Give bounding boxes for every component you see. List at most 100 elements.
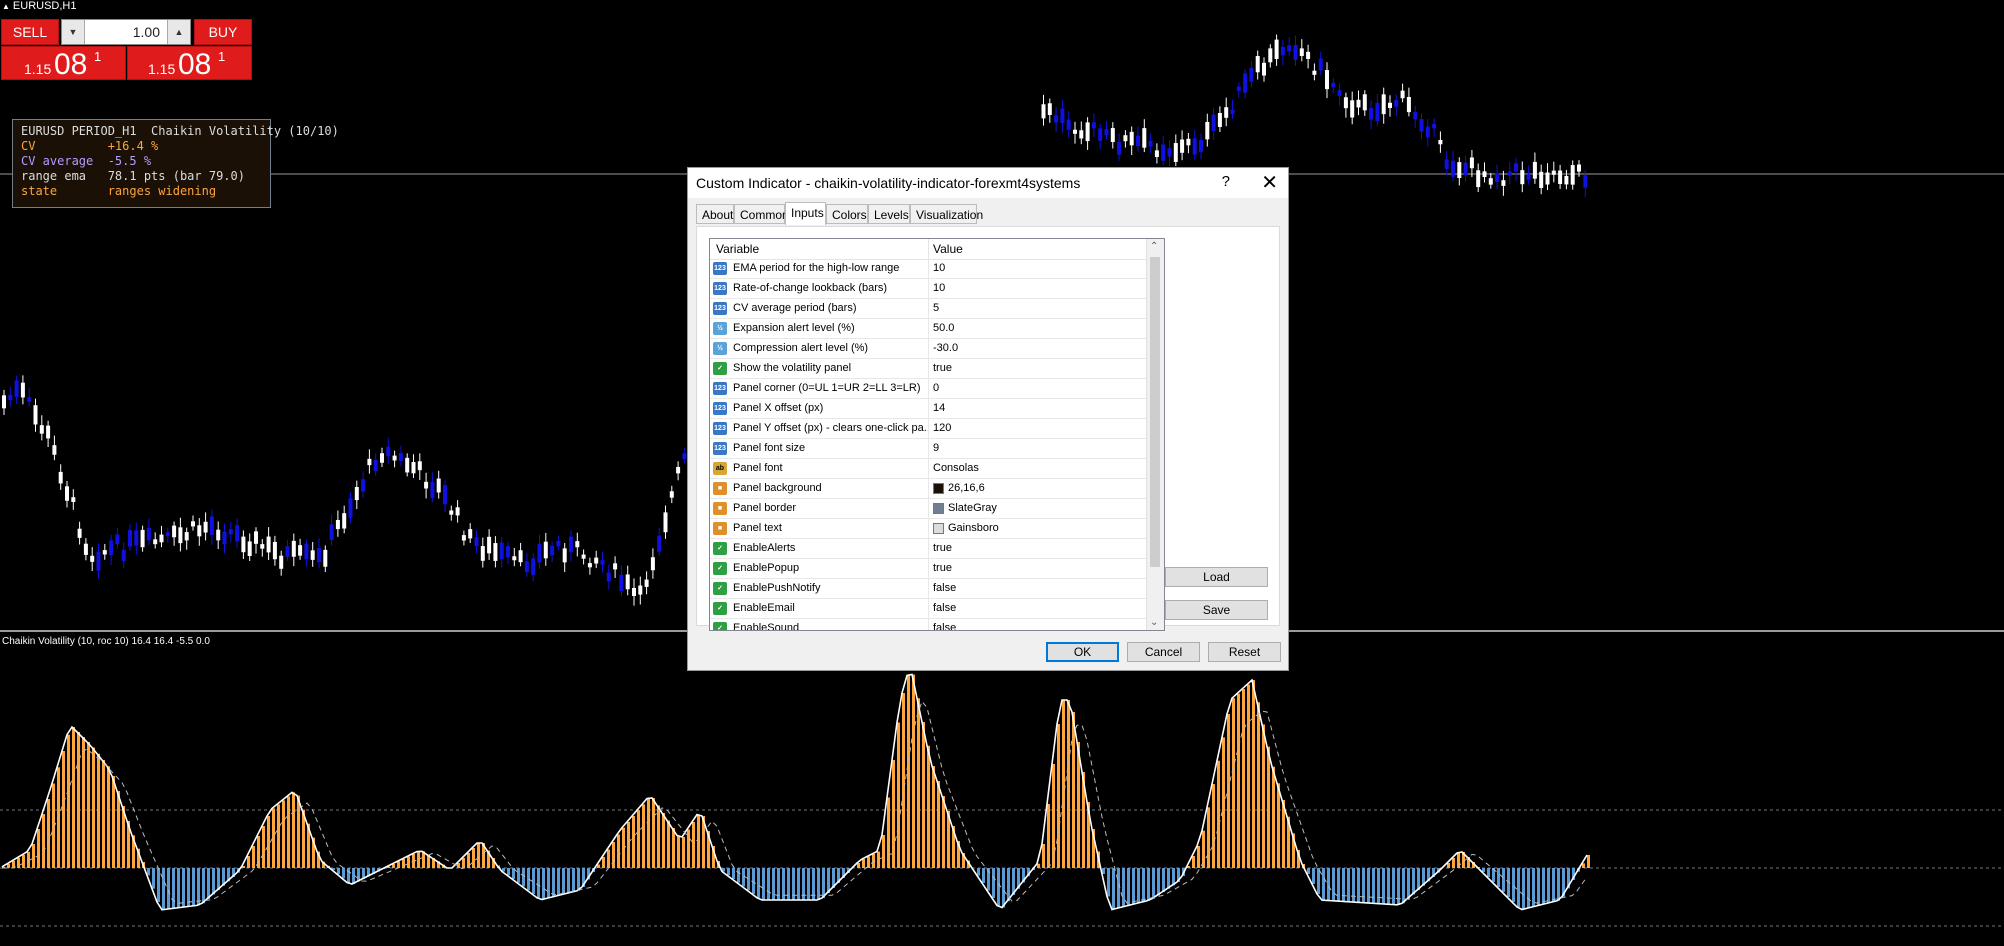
candle-body bbox=[1306, 51, 1311, 59]
table-row[interactable]: ½ Compression alert level (%) -30.0 bbox=[710, 339, 1147, 359]
close-icon[interactable]: ✕ bbox=[1261, 170, 1278, 195]
variable-value[interactable]: false bbox=[933, 622, 956, 630]
buy-button[interactable]: BUY bbox=[194, 19, 252, 45]
variable-value[interactable]: 10 bbox=[933, 262, 945, 274]
bool-type-icon: ✓ bbox=[713, 582, 727, 595]
candle-body bbox=[1262, 62, 1266, 76]
tab-common[interactable]: Common bbox=[734, 204, 789, 224]
variable-value[interactable]: 10 bbox=[933, 282, 945, 294]
variable-value[interactable]: 0 bbox=[933, 382, 939, 394]
candle-body bbox=[619, 574, 624, 592]
variable-name: Panel border bbox=[733, 502, 796, 514]
candle-body bbox=[1091, 122, 1096, 129]
candle-body bbox=[1142, 128, 1147, 148]
tab-levels[interactable]: Levels bbox=[868, 204, 910, 224]
variable-value[interactable]: 50.0 bbox=[933, 322, 954, 334]
histogram-bar-negative bbox=[982, 868, 985, 883]
variable-value[interactable]: 26,16,6 bbox=[933, 482, 985, 494]
dialog-titlebar[interactable]: Custom Indicator - chaikin-volatility-in… bbox=[688, 168, 1288, 198]
variable-value[interactable]: true bbox=[933, 362, 952, 374]
histogram-bar-positive bbox=[67, 734, 70, 868]
ok-button[interactable]: OK bbox=[1046, 642, 1119, 662]
column-header-variable[interactable]: Variable bbox=[716, 242, 759, 256]
histogram-bar-positive bbox=[77, 732, 80, 868]
reset-button[interactable]: Reset bbox=[1208, 642, 1281, 662]
dbl-type-icon: ½ bbox=[713, 342, 727, 355]
variable-value[interactable]: -30.0 bbox=[933, 342, 958, 354]
table-row[interactable]: 123 Panel X offset (px) 14 bbox=[710, 399, 1147, 419]
table-row[interactable]: ½ Expansion alert level (%) 50.0 bbox=[710, 319, 1147, 339]
candle-body bbox=[1104, 129, 1109, 136]
variable-value[interactable]: Gainsboro bbox=[933, 522, 999, 534]
tab-visualization[interactable]: Visualization bbox=[910, 204, 983, 224]
variable-value[interactable]: true bbox=[933, 562, 952, 574]
tab-about[interactable]: About bbox=[696, 204, 734, 224]
candle-body bbox=[1230, 109, 1235, 115]
variable-value[interactable]: false bbox=[933, 602, 956, 614]
candle-body bbox=[392, 455, 397, 461]
table-row[interactable]: ✓ EnablePushNotify false bbox=[710, 579, 1147, 599]
variable-value[interactable]: 14 bbox=[933, 402, 945, 414]
candle-body bbox=[298, 545, 303, 556]
table-row[interactable]: ✓ EnableAlerts true bbox=[710, 539, 1147, 559]
table-scrollbar[interactable]: ⌃ ⌄ bbox=[1146, 239, 1164, 630]
help-icon[interactable]: ? bbox=[1222, 173, 1230, 190]
lot-increase-arrow-icon[interactable]: ▲ bbox=[167, 20, 190, 44]
scrollbar-thumb[interactable] bbox=[1150, 257, 1160, 567]
variable-value[interactable]: true bbox=[933, 542, 952, 554]
table-row[interactable]: ab Panel font Consolas bbox=[710, 459, 1147, 479]
candle-body bbox=[556, 540, 561, 547]
candle-body bbox=[1356, 99, 1361, 108]
variable-value[interactable]: 120 bbox=[933, 422, 951, 434]
candle-body bbox=[71, 497, 76, 502]
histogram-bar-negative bbox=[1147, 868, 1150, 901]
tab-colors[interactable]: Colors bbox=[826, 204, 868, 224]
candle-body bbox=[1318, 58, 1323, 71]
table-row[interactable]: ■ Panel background 26,16,6 bbox=[710, 479, 1147, 499]
histogram-bar-negative bbox=[977, 868, 980, 876]
table-row[interactable]: ✓ EnableSound false bbox=[710, 619, 1147, 630]
variable-value[interactable]: 5 bbox=[933, 302, 939, 314]
histogram-bar-negative bbox=[1112, 868, 1115, 910]
table-row[interactable]: ✓ Show the volatility panel true bbox=[710, 359, 1147, 379]
triangle-icon: ▲ bbox=[2, 2, 10, 11]
candle-body bbox=[1129, 131, 1134, 146]
lot-size-input[interactable]: ▼ 1.00 ▲ bbox=[61, 19, 191, 45]
candle-body bbox=[20, 382, 25, 398]
sell-button[interactable]: SELL bbox=[1, 19, 59, 45]
histogram-bar-positive bbox=[917, 698, 920, 868]
sell-price[interactable]: 1.15 08 1 bbox=[1, 46, 126, 81]
save-button[interactable]: Save bbox=[1165, 600, 1268, 620]
variable-value[interactable]: SlateGray bbox=[933, 502, 997, 514]
table-row[interactable]: ✓ EnablePopup true bbox=[710, 559, 1147, 579]
variable-value[interactable]: Consolas bbox=[933, 462, 979, 474]
buy-price[interactable]: 1.15 08 1 bbox=[127, 46, 252, 81]
histogram-bar-negative bbox=[342, 868, 345, 879]
tab-inputs[interactable]: Inputs bbox=[785, 202, 826, 225]
table-row[interactable]: ■ Panel text Gainsboro bbox=[710, 519, 1147, 539]
table-row[interactable]: 123 CV average period (bars) 5 bbox=[710, 299, 1147, 319]
table-row[interactable]: 123 Panel font size 9 bbox=[710, 439, 1147, 459]
histogram-bar-negative bbox=[1167, 868, 1170, 889]
table-row[interactable]: 123 Rate-of-change lookback (bars) 10 bbox=[710, 279, 1147, 299]
load-button[interactable]: Load bbox=[1165, 567, 1268, 587]
column-header-value[interactable]: Value bbox=[933, 242, 963, 256]
lot-decrease-arrow-icon[interactable]: ▼ bbox=[62, 20, 85, 44]
table-row[interactable]: ✓ EnableEmail false bbox=[710, 599, 1147, 619]
table-row[interactable]: ■ Panel border SlateGray bbox=[710, 499, 1147, 519]
histogram-bar-negative bbox=[737, 868, 740, 883]
histogram-bar-negative bbox=[757, 868, 760, 898]
table-row[interactable]: 123 EMA period for the high-low range 10 bbox=[710, 259, 1147, 279]
color-swatch bbox=[933, 482, 944, 494]
cancel-button[interactable]: Cancel bbox=[1127, 642, 1200, 662]
histogram-bar-negative bbox=[187, 868, 190, 907]
candle-body bbox=[638, 585, 643, 595]
variable-value[interactable]: false bbox=[933, 582, 956, 594]
scroll-up-icon[interactable]: ⌃ bbox=[1150, 241, 1158, 252]
table-row[interactable]: 123 Panel corner (0=UL 1=UR 2=LL 3=LR) 0 bbox=[710, 379, 1147, 399]
variable-value[interactable]: 9 bbox=[933, 442, 939, 454]
histogram-bar-positive bbox=[677, 835, 680, 868]
table-row[interactable]: 123 Panel Y offset (px) - clears one-clic… bbox=[710, 419, 1147, 439]
scroll-down-icon[interactable]: ⌄ bbox=[1150, 617, 1158, 628]
histogram-bar-negative bbox=[567, 868, 570, 894]
